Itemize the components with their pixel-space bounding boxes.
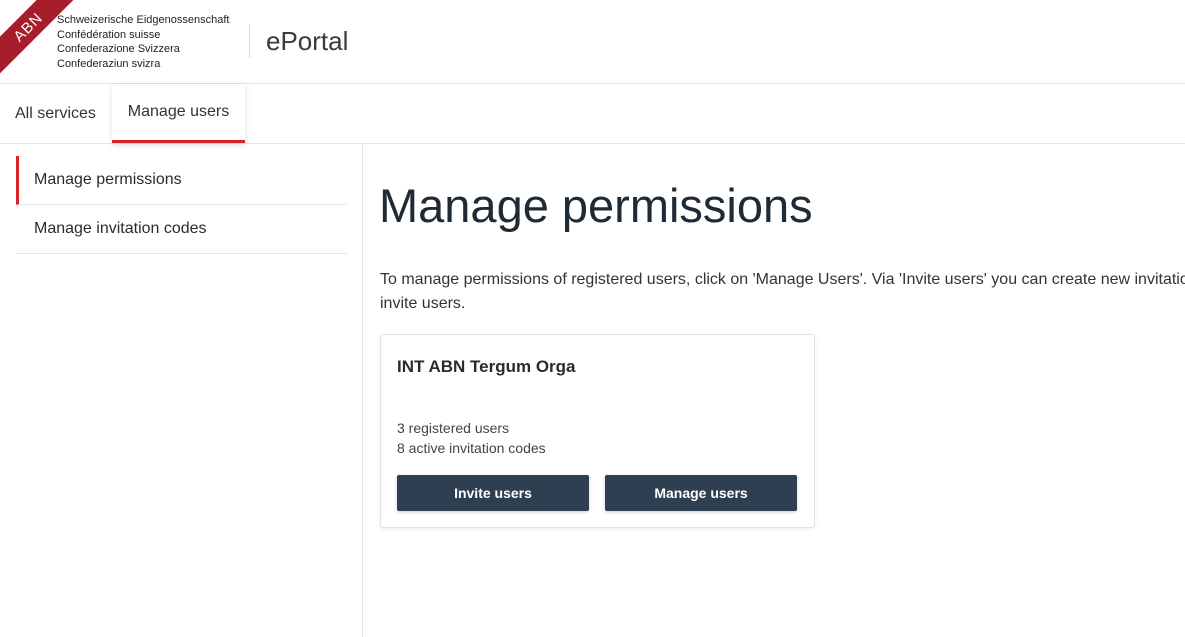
organization-name: INT ABN Tergum Orga [397, 357, 576, 376]
sidebar-item-manage-invitation-codes[interactable]: Manage invitation codes [16, 205, 347, 254]
page-description: To manage permissions of registered user… [380, 268, 1185, 316]
sidebar-item-label: Manage invitation codes [34, 220, 207, 237]
description-line-2: invite users. [380, 295, 466, 312]
tab-all-services[interactable]: All services [15, 84, 96, 143]
federation-logo-text[interactable]: Schweizerische Eidgenossenschaft Confédé… [57, 13, 229, 71]
sidebar-item-manage-permissions[interactable]: Manage permissions [16, 156, 347, 205]
federation-line-de: Schweizerische Eidgenossenschaft [57, 14, 230, 26]
registered-users-count: 3 registered users [397, 420, 510, 436]
invite-users-button[interactable]: Invite users [397, 475, 589, 511]
app-name[interactable]: ePortal [266, 26, 348, 57]
site-header: ABN Schweizerische Eidgenossenschaft Con… [0, 0, 1185, 84]
manage-users-button[interactable]: Manage users [605, 475, 797, 511]
header-divider [249, 24, 250, 58]
sidebar-item-label: Manage permissions [34, 171, 182, 188]
organization-card: INT ABN Tergum Orga 3 registered users 8… [380, 334, 815, 528]
federation-line-fr: Confédération suisse [57, 28, 161, 41]
description-line-1: To manage permissions of registered user… [380, 271, 1185, 288]
federation-line-rm: Confederaziun svizra [57, 57, 161, 70]
tab-manage-users[interactable]: Manage users [112, 84, 245, 143]
active-invitation-codes-count: 8 active invitation codes [397, 440, 546, 456]
top-navigation: All services Manage users [0, 84, 1185, 144]
federation-line-it: Confederazione Svizzera [57, 43, 180, 55]
page-title: Manage permissions [379, 179, 813, 232]
sidebar: Manage permissions Manage invitation cod… [0, 144, 363, 637]
